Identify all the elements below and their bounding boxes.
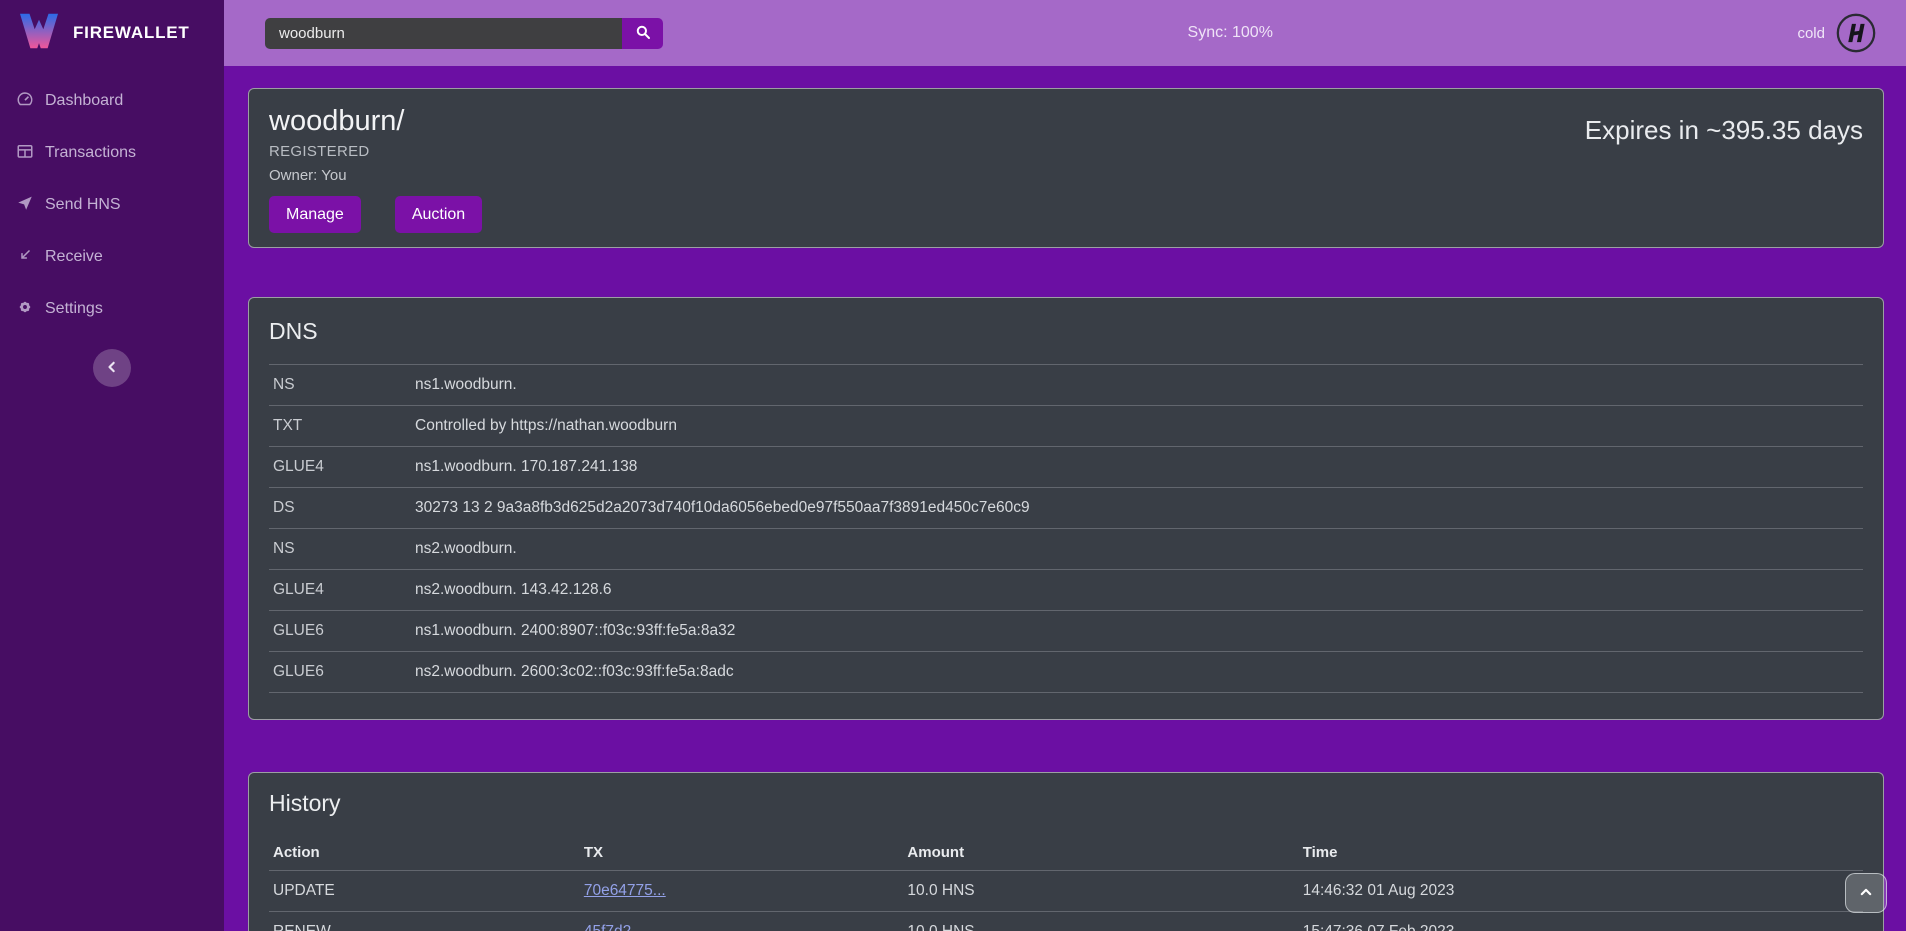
search-icon bbox=[634, 23, 652, 44]
dns-record-value: Controlled by https://nathan.woodburn bbox=[411, 406, 1863, 447]
history-amount: 10.0 HNS bbox=[903, 870, 1298, 911]
domain-actions: Manage Auction bbox=[269, 196, 482, 233]
auction-button[interactable]: Auction bbox=[395, 196, 482, 233]
handshake-icon bbox=[1836, 13, 1876, 53]
tx-link[interactable]: 45f7d2... bbox=[584, 923, 644, 931]
sidebar-item-label: Send HNS bbox=[45, 196, 121, 214]
dns-record-row: DS 30273 13 2 9a3a8fb3d625d2a2073d740f10… bbox=[269, 488, 1863, 529]
dns-record-type: GLUE6 bbox=[269, 652, 411, 693]
dns-record-value: 30273 13 2 9a3a8fb3d625d2a2073d740f10da6… bbox=[411, 488, 1863, 529]
history-col-time: Time bbox=[1299, 836, 1863, 870]
sidebar-item-label: Settings bbox=[45, 300, 103, 318]
sidebar-nav: Dashboard Transactions Send HNS bbox=[0, 66, 224, 324]
sync-status: Sync: 100% bbox=[663, 24, 1797, 42]
history-col-amount: Amount bbox=[903, 836, 1298, 870]
history-card: History Action TX Amount Time UPDATE bbox=[248, 772, 1884, 931]
firewallet-logo-icon bbox=[18, 12, 60, 55]
transactions-icon bbox=[16, 142, 34, 165]
dns-record-row: GLUE4 ns2.woodburn. 143.42.128.6 bbox=[269, 570, 1863, 611]
dns-table: NS ns1.woodburn. TXT Controlled by https… bbox=[269, 364, 1863, 693]
history-action: UPDATE bbox=[269, 870, 580, 911]
gear-icon bbox=[16, 298, 34, 321]
dns-record-value: ns2.woodburn. bbox=[411, 529, 1863, 570]
history-amount: 10.0 HNS bbox=[903, 911, 1298, 931]
search-bar bbox=[265, 18, 663, 49]
domain-expiry: Expires in ~395.35 days bbox=[1585, 102, 1863, 234]
history-col-action: Action bbox=[269, 836, 580, 870]
history-action: RENEW bbox=[269, 911, 580, 931]
search-button[interactable] bbox=[622, 18, 663, 49]
sidebar-item-label: Transactions bbox=[45, 144, 136, 162]
history-table: Action TX Amount Time UPDATE 70e64775...… bbox=[269, 836, 1863, 931]
dns-record-row: GLUE6 ns1.woodburn. 2400:8907::f03c:93ff… bbox=[269, 611, 1863, 652]
dns-record-row: NS ns1.woodburn. bbox=[269, 365, 1863, 406]
sidebar-item-transactions[interactable]: Transactions bbox=[16, 138, 208, 168]
history-row: RENEW 45f7d2... 10.0 HNS 15:47:36 07 Feb… bbox=[269, 911, 1863, 931]
dns-record-type: TXT bbox=[269, 406, 411, 447]
domain-card: woodburn/ REGISTERED Owner: You Manage A… bbox=[248, 88, 1884, 248]
send-icon bbox=[16, 194, 34, 217]
sidebar-item-dashboard[interactable]: Dashboard bbox=[16, 86, 208, 116]
brand-name: FIREWALLET bbox=[73, 23, 190, 43]
wallet-indicator[interactable]: cold bbox=[1797, 13, 1876, 53]
dns-record-value: ns2.woodburn. 2600:3c02::f03c:93ff:fe5a:… bbox=[411, 652, 1863, 693]
chevron-left-icon bbox=[102, 357, 122, 380]
history-header-row: Action TX Amount Time bbox=[269, 836, 1863, 870]
history-card-title: History bbox=[269, 788, 1863, 818]
sidebar-item-send-hns[interactable]: Send HNS bbox=[16, 190, 208, 220]
dns-record-type: GLUE4 bbox=[269, 570, 411, 611]
manage-button[interactable]: Manage bbox=[269, 196, 361, 233]
sidebar-item-label: Receive bbox=[45, 248, 103, 266]
dns-card-title: DNS bbox=[269, 316, 1863, 346]
sidebar-item-label: Dashboard bbox=[45, 92, 123, 110]
dns-record-type: GLUE6 bbox=[269, 611, 411, 652]
sidebar-item-settings[interactable]: Settings bbox=[16, 294, 208, 324]
dashboard-icon bbox=[16, 90, 34, 113]
dns-record-row: NS ns2.woodburn. bbox=[269, 529, 1863, 570]
history-col-tx: TX bbox=[580, 836, 904, 870]
history-time: 14:46:32 01 Aug 2023 bbox=[1299, 870, 1863, 911]
dns-record-value: ns1.woodburn. bbox=[411, 365, 1863, 406]
dns-record-row: GLUE4 ns1.woodburn. 170.187.241.138 bbox=[269, 447, 1863, 488]
search-input[interactable] bbox=[265, 18, 622, 49]
page-content: woodburn/ REGISTERED Owner: You Manage A… bbox=[224, 66, 1906, 931]
dns-record-type: GLUE4 bbox=[269, 447, 411, 488]
dns-card: DNS NS ns1.woodburn. TXT Controlled by h… bbox=[248, 297, 1884, 720]
topbar: Sync: 100% cold bbox=[224, 0, 1906, 66]
sidebar-collapse-button[interactable] bbox=[93, 349, 131, 387]
dns-record-value: ns2.woodburn. 143.42.128.6 bbox=[411, 570, 1863, 611]
main-column: Sync: 100% cold woodburn/ REGISTERED bbox=[224, 0, 1906, 931]
domain-status-badge: REGISTERED bbox=[269, 143, 482, 160]
dns-record-value: ns1.woodburn. 2400:8907::f03c:93ff:fe5a:… bbox=[411, 611, 1863, 652]
dns-record-row: GLUE6 ns2.woodburn. 2600:3c02::f03c:93ff… bbox=[269, 652, 1863, 693]
chevron-up-icon bbox=[1856, 882, 1876, 905]
scroll-to-top-button[interactable] bbox=[1845, 873, 1887, 913]
history-row: UPDATE 70e64775... 10.0 HNS 14:46:32 01 … bbox=[269, 870, 1863, 911]
sidebar-item-receive[interactable]: Receive bbox=[16, 242, 208, 272]
dns-record-type: DS bbox=[269, 488, 411, 529]
dns-record-type: NS bbox=[269, 365, 411, 406]
sidebar: FIREWALLET Dashboard Transactions bbox=[0, 0, 224, 931]
dns-record-row: TXT Controlled by https://nathan.woodbur… bbox=[269, 406, 1863, 447]
domain-name: woodburn/ bbox=[269, 102, 482, 140]
dns-record-type: NS bbox=[269, 529, 411, 570]
domain-card-left: woodburn/ REGISTERED Owner: You Manage A… bbox=[269, 102, 482, 234]
dns-record-value: ns1.woodburn. 170.187.241.138 bbox=[411, 447, 1863, 488]
tx-link[interactable]: 70e64775... bbox=[584, 882, 666, 899]
history-time: 15:47:36 07 Feb 2023 bbox=[1299, 911, 1863, 931]
domain-owner: Owner: You bbox=[269, 167, 482, 184]
receive-icon bbox=[16, 246, 34, 269]
wallet-name: cold bbox=[1797, 25, 1825, 42]
brand: FIREWALLET bbox=[0, 0, 224, 66]
